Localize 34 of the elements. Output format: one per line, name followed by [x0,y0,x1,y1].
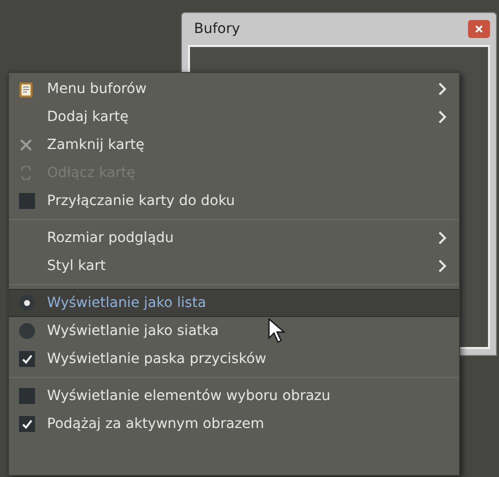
menu-label: Rozmiar podglądu [47,228,174,248]
mouse-pointer-icon [268,318,288,344]
menu-label: Dodaj kartę [47,108,128,126]
menu-label: Wyświetlanie elementów wyboru obrazu [47,386,330,406]
menu-label: Przyłączanie karty do doku [47,192,235,210]
close-icon [475,25,483,33]
menu-label: Wyświetlanie jako siatka [47,322,219,340]
menu-item[interactable]: Przyłączanie karty do doku [9,187,459,215]
menu-item[interactable]: Wyświetlanie elementów wyboru obrazu [9,382,459,410]
close-icon [19,138,33,152]
menu-label: Podążaj za aktywnym obrazem [47,414,264,434]
menu-label: Styl kart [47,256,106,276]
menu-item[interactable]: Wyświetlanie paska przycisków [9,345,459,373]
menu-item[interactable]: Zamknij kartę [9,131,459,159]
radio-button[interactable] [19,295,35,311]
window-title: Bufory [193,20,240,38]
checkbox[interactable] [19,351,35,367]
checkbox[interactable] [19,193,35,209]
menu-label: Wyświetlanie jako lista [47,294,206,312]
menu-label: Wyświetlanie paska przycisków [47,350,266,368]
menu-item[interactable]: Wyświetlanie jako siatka [9,317,459,345]
menu-item[interactable]: Dodaj kartę [9,103,459,131]
menu-item[interactable]: Menu buforów [9,75,459,103]
menu-item[interactable]: Rozmiar podglądu [9,224,459,252]
menu-label: Menu buforów [47,80,147,98]
menu-item[interactable]: Styl kart [9,252,459,280]
menu-label: Zamknij kartę [47,136,144,154]
checkbox[interactable] [19,388,35,404]
close-button[interactable] [468,20,490,38]
menu-item[interactable]: Podążaj za aktywnym obrazem [9,410,459,438]
menu-item[interactable]: Wyświetlanie jako lista [9,289,459,317]
checkbox[interactable] [19,416,35,432]
radio-button[interactable] [19,323,35,339]
clipboard-icon [19,80,33,98]
